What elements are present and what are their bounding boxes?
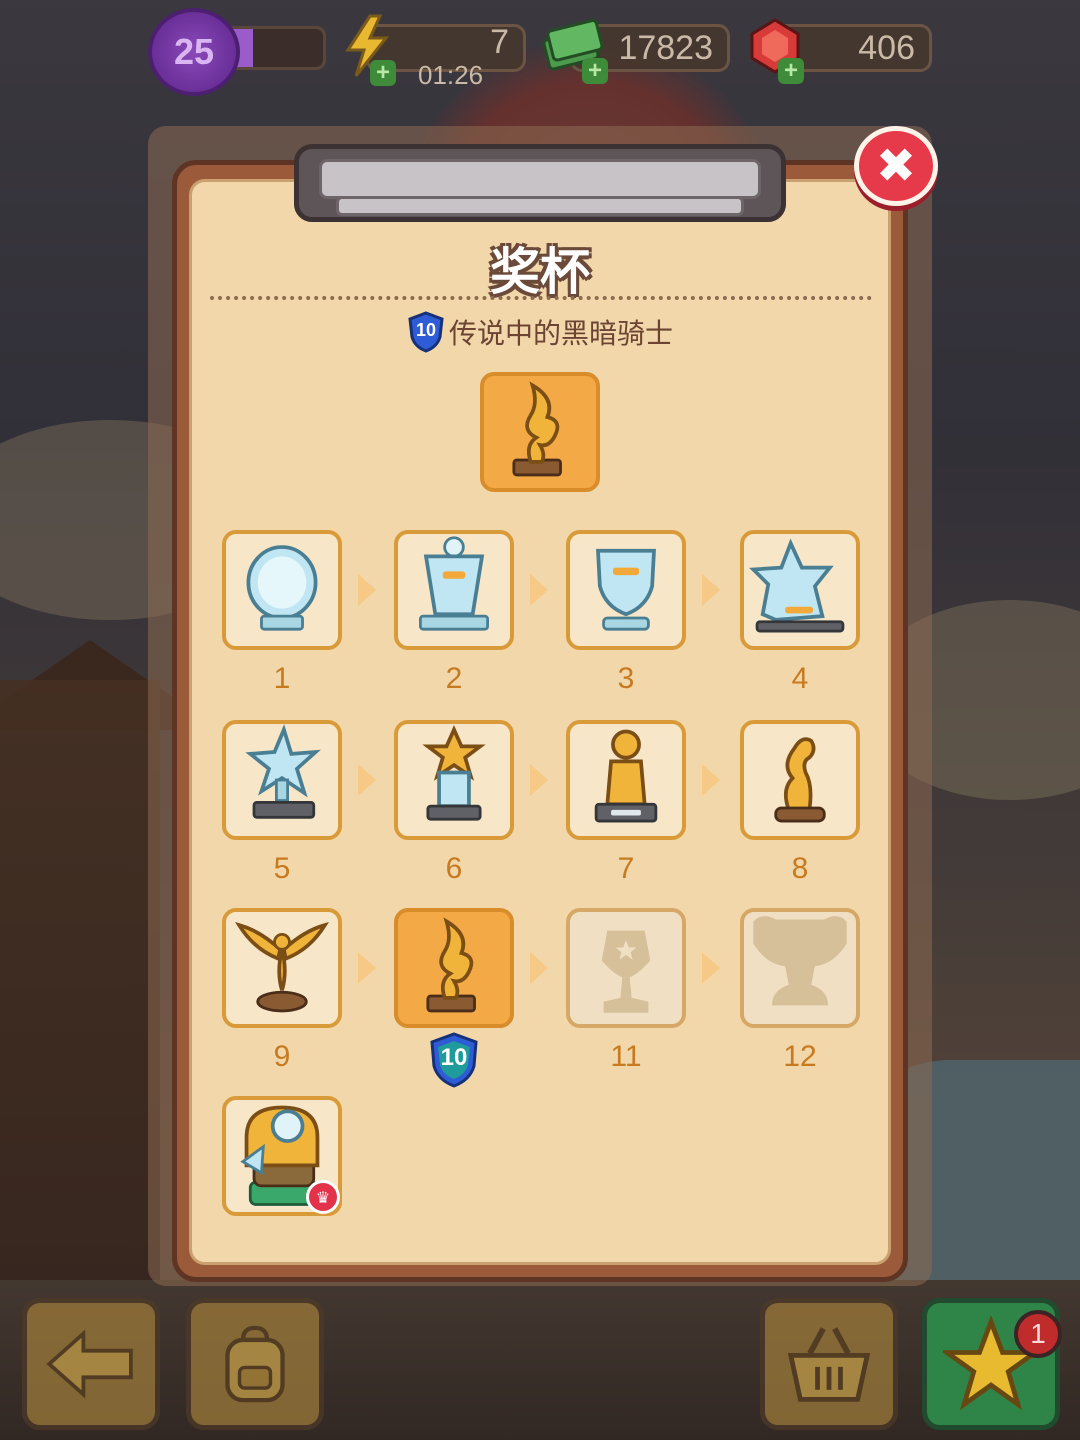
trophy-label: 4 — [791, 662, 809, 695]
progression-arrow-icon — [358, 574, 376, 606]
trophy-label: 9 — [273, 1040, 291, 1073]
energy-value: 7 — [490, 22, 509, 61]
trophy-label: 3 — [617, 662, 635, 695]
current-rank-badge-label: 10 — [440, 1044, 468, 1071]
player-level-badge[interactable]: 25 — [148, 8, 240, 96]
progression-arrow-icon — [702, 574, 720, 606]
energy-timer: 01:26 — [418, 60, 484, 90]
gold-dragon-trophy-icon — [512, 381, 562, 477]
crown-badge-icon: ♛ — [306, 1180, 340, 1214]
trophy-tile[interactable] — [222, 530, 342, 650]
trophy-label: 7 — [617, 852, 635, 885]
crystal-star-statue-icon — [245, 724, 321, 819]
gold-star-crystal-trophy-icon — [422, 725, 486, 821]
trophy-tile[interactable] — [222, 720, 342, 840]
trophy-tile[interactable] — [566, 720, 686, 840]
gold-pawn-trophy-icon — [594, 729, 658, 823]
trophy-tile[interactable] — [740, 530, 860, 650]
title-divider — [210, 296, 872, 300]
progression-arrow-icon — [358, 952, 376, 984]
notification-badge: 1 — [1014, 1310, 1062, 1358]
progression-arrow-icon — [530, 574, 548, 606]
locked-cup-trophy-icon — [753, 916, 847, 1006]
trophy-tile[interactable] — [740, 720, 860, 840]
trophy-tile[interactable] — [394, 908, 514, 1028]
backpack-icon — [225, 1325, 285, 1403]
rank-level: 10 — [415, 320, 436, 340]
rank-row: 10 传说中的黑暗骑士 — [172, 310, 908, 354]
progression-arrow-icon — [702, 764, 720, 796]
gem-value: 406 — [858, 28, 915, 67]
trophy-tile[interactable] — [394, 720, 514, 840]
trophy-label: 1 — [273, 662, 291, 695]
trophy-tile[interactable] — [566, 908, 686, 1028]
gold-knight-trophy-icon — [774, 737, 826, 823]
featured-trophy-tile — [480, 372, 600, 492]
backpack-button[interactable] — [186, 1298, 324, 1430]
shop-basket-button[interactable] — [760, 1298, 898, 1430]
trophy-label: 5 — [273, 852, 291, 885]
add-cash-button[interactable]: + — [582, 57, 608, 84]
crystal-round-trophy-icon — [246, 545, 318, 631]
trophy-label: 6 — [445, 852, 463, 885]
trophy-tile[interactable] — [222, 908, 342, 1028]
trophy-label: 12 — [783, 1040, 817, 1073]
current-rank-badge-icon: 10 — [428, 1032, 480, 1088]
player-level: 25 — [173, 31, 215, 72]
progression-arrow-icon — [530, 952, 548, 984]
gold-winged-trophy-icon — [234, 922, 330, 1013]
trophy-tile[interactable] — [740, 908, 860, 1028]
gold-dragon-trophy-icon — [426, 917, 476, 1013]
basket-icon — [787, 1327, 871, 1402]
clipboard-clip-bar — [336, 196, 744, 216]
close-button[interactable]: ✖ — [854, 126, 938, 206]
add-energy-button[interactable]: + — [370, 59, 396, 86]
crystal-plaque-trophy-icon — [419, 536, 489, 631]
add-gem-button[interactable]: + — [778, 57, 804, 84]
rank-shield-icon: 10 — [407, 311, 445, 353]
progression-arrow-icon — [358, 764, 376, 796]
panel-title: 奖杯 — [490, 243, 590, 301]
back-button[interactable] — [22, 1298, 160, 1430]
trophy-label: 8 — [791, 852, 809, 885]
back-arrow-icon — [46, 1329, 133, 1399]
crystal-shield-trophy-icon — [596, 548, 656, 631]
progression-arrow-icon — [530, 764, 548, 796]
trophy-tile[interactable] — [566, 530, 686, 650]
locked-star-trophy-icon — [601, 930, 651, 1013]
rank-name: 传说中的黑暗骑士 — [448, 317, 673, 350]
top-hud: 25 7 01:26 + 17823 + 406 + — [0, 0, 1080, 100]
trophy-label: 11 — [610, 1040, 642, 1073]
trophy-label: 2 — [445, 662, 463, 695]
trophy-tile[interactable] — [394, 530, 514, 650]
progression-arrow-icon — [702, 952, 720, 984]
crystal-star-trophy-icon — [749, 538, 845, 633]
cash-value: 17823 — [618, 28, 713, 67]
